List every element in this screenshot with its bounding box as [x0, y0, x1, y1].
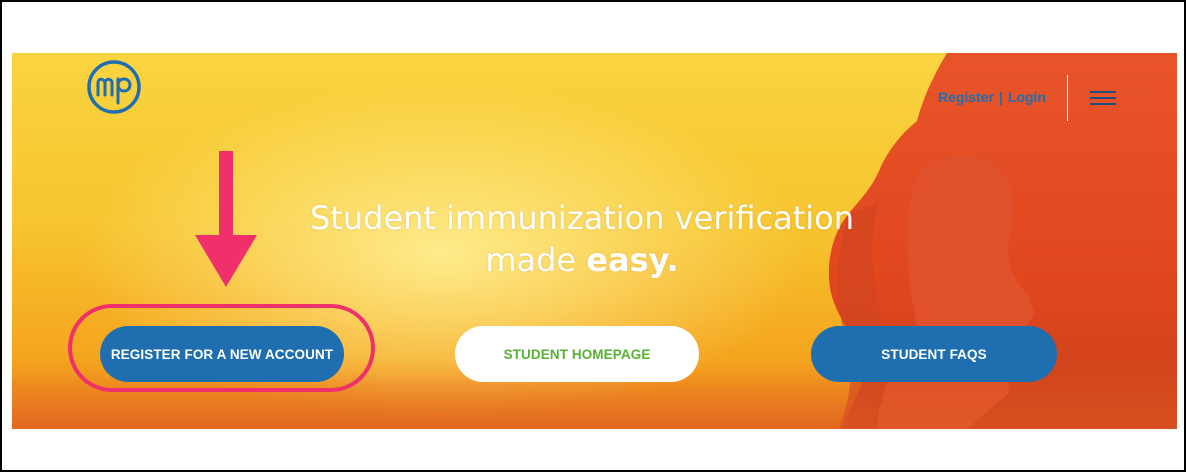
student-homepage-button[interactable]: STUDENT HOMEPAGE	[455, 326, 699, 382]
headline-emphasis: easy.	[586, 241, 679, 279]
login-link[interactable]: Login	[1008, 89, 1046, 105]
headline-prefix: made	[485, 241, 577, 279]
header-nav: Register | Login	[938, 89, 1046, 105]
headline-line2: made easy.	[232, 239, 932, 281]
nav-divider	[1067, 75, 1068, 121]
hero-headline: Student immunization verification made e…	[232, 197, 932, 281]
hamburger-menu-icon[interactable]	[1090, 91, 1116, 105]
student-faqs-button[interactable]: STUDENT FAQS	[811, 326, 1057, 382]
register-link[interactable]: Register	[938, 89, 994, 105]
nav-separator: |	[998, 89, 1003, 105]
hero-banner: Register | Login Student immunization veri…	[12, 53, 1177, 429]
headline-line1: Student immunization verification	[309, 199, 855, 237]
mp-logo-icon[interactable]	[86, 59, 142, 115]
screenshot-frame: Register | Login Student immunization veri…	[0, 0, 1186, 472]
register-account-button[interactable]: REGISTER FOR A NEW ACCOUNT	[100, 326, 344, 382]
